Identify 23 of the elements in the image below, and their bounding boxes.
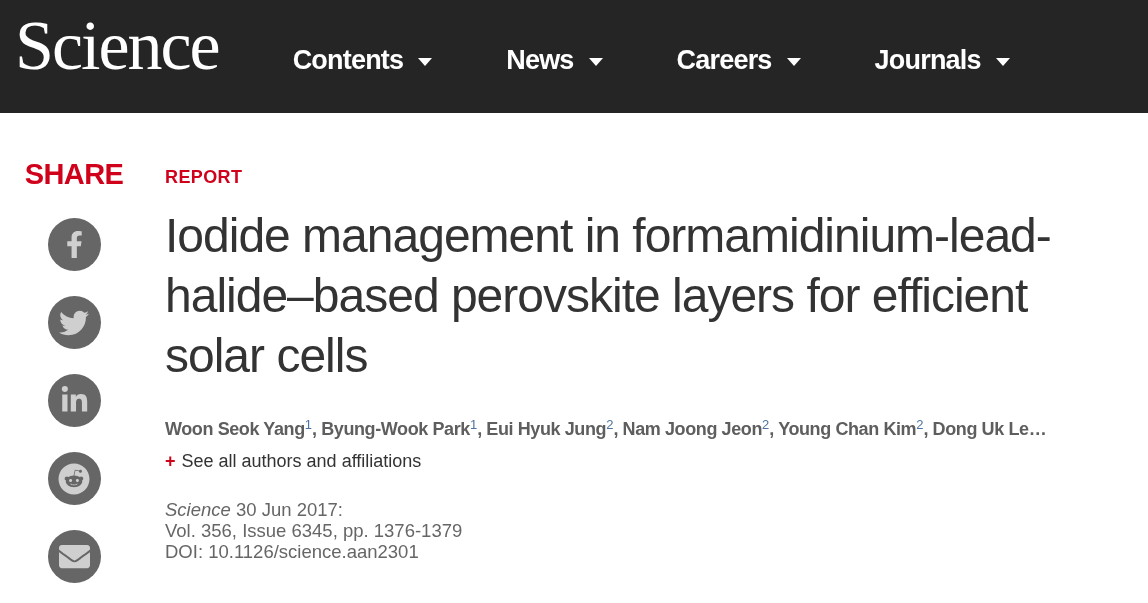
reddit-icon[interactable] bbox=[47, 452, 101, 505]
citation-line: DOI: 10.1126/science.aan2301 bbox=[165, 541, 420, 562]
nav-menu-button[interactable]: Careers bbox=[676, 44, 801, 76]
nav-menu-button[interactable]: News bbox=[506, 44, 603, 76]
see-all-authors-link[interactable]: + See all authors and affiliations bbox=[165, 449, 422, 473]
share-heading: SHARE bbox=[24, 158, 124, 190]
plus-icon: + bbox=[165, 449, 176, 473]
caret-icon bbox=[995, 57, 1010, 66]
article-title: Iodide management in formamidinium-lead-halide–based perovskite layers for efficient solar cells bbox=[165, 208, 1052, 384]
caret-icon bbox=[588, 57, 603, 66]
linkedin-icon[interactable] bbox=[47, 374, 101, 427]
author-list: Woon Seok Yang$^{1}$, Byung-Wook Park$^{1}$, Eui Hyuk Jung$^{2}$, Nam Joong Jeon$^{2}$, Young Chan Kim$^{2}$, Dong Uk Le… bbox=[165, 417, 1148, 441]
citation-line: Science 30 Jun 2017: bbox=[165, 499, 344, 520]
caret-icon bbox=[786, 57, 801, 66]
site-logo[interactable]: Science bbox=[15, 11, 219, 81]
nav-menu-button[interactable]: Contents bbox=[292, 44, 433, 76]
caret-icon bbox=[418, 57, 433, 66]
facebook-icon[interactable] bbox=[47, 218, 101, 271]
nav-menu-button[interactable]: Journals bbox=[874, 44, 1010, 76]
twitter-icon[interactable] bbox=[47, 296, 101, 349]
section-label: REPORT bbox=[165, 166, 244, 188]
citation-line: Vol. 356, Issue 6345, pp. 1376-1379 bbox=[165, 520, 464, 541]
email-icon[interactable] bbox=[47, 530, 101, 583]
